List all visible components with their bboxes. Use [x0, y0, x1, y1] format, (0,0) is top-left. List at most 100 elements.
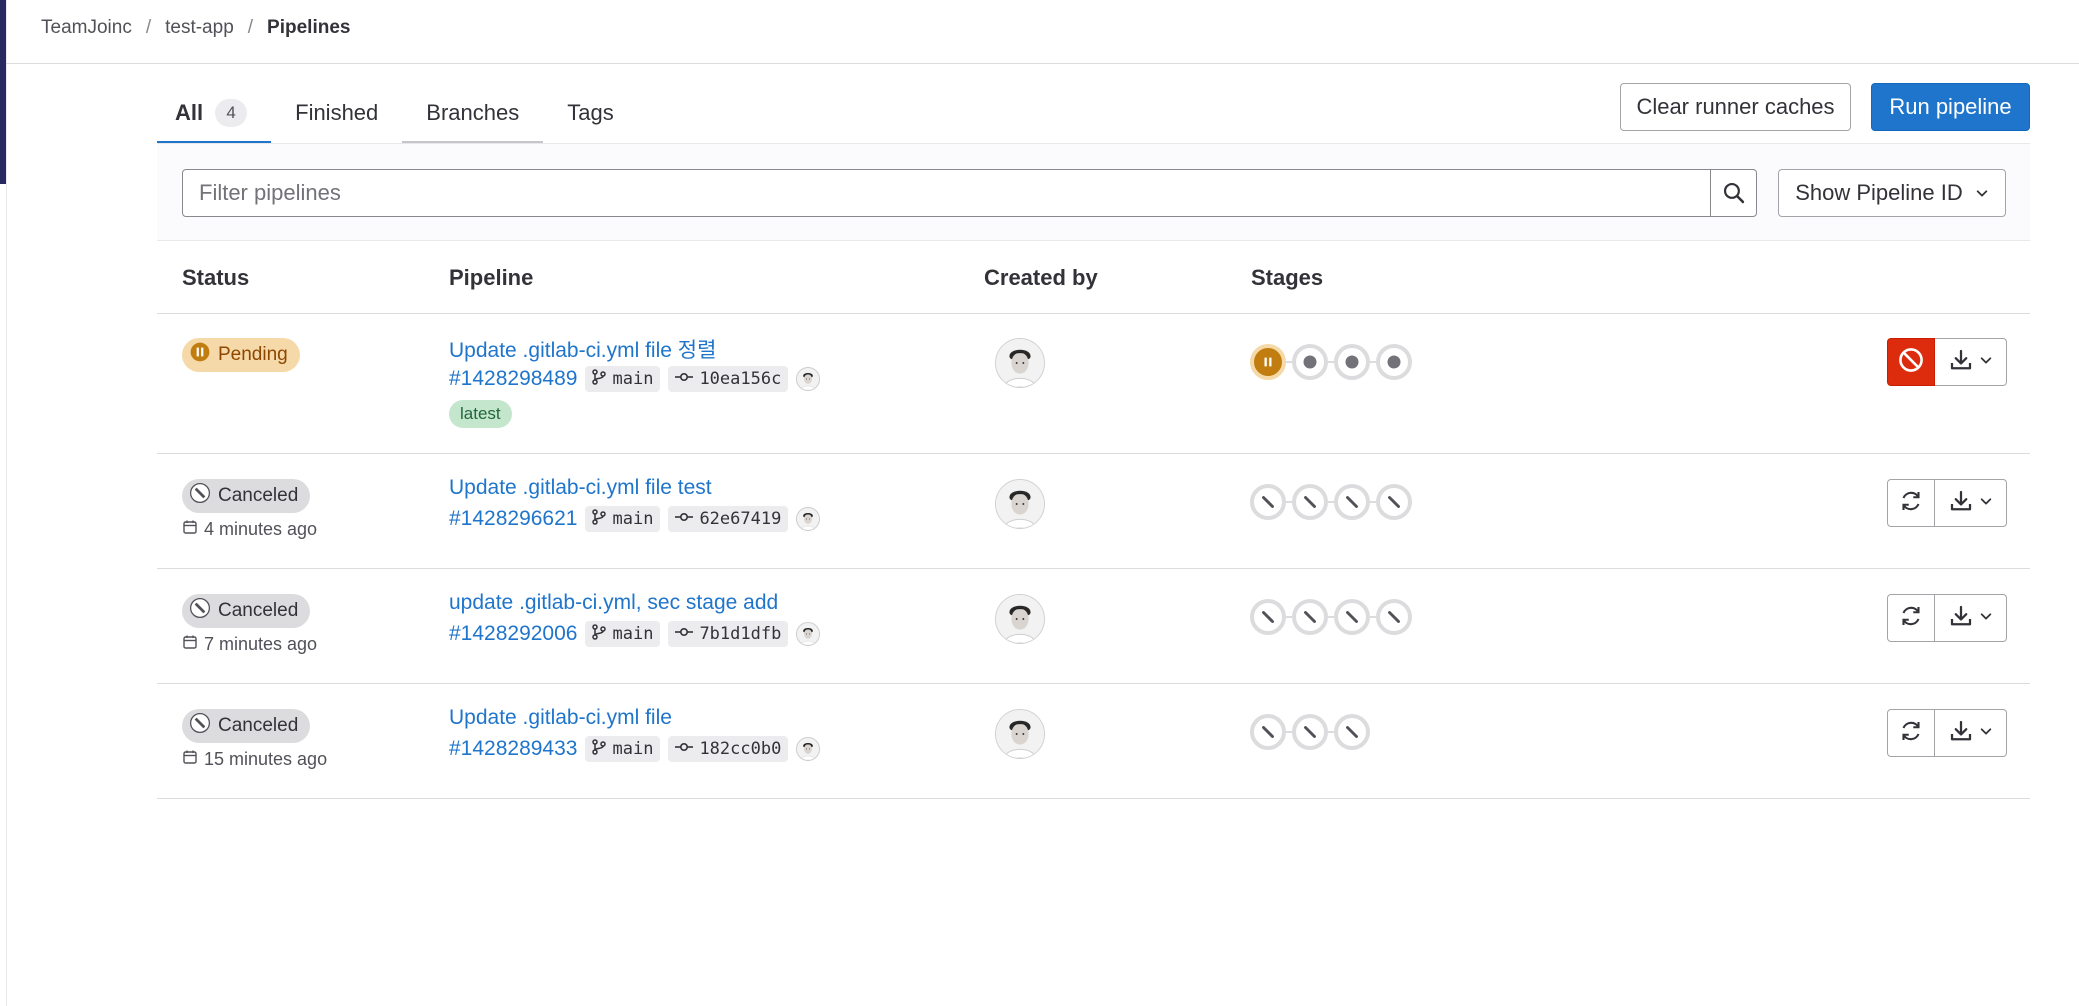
download-artifacts-dropdown[interactable] — [1935, 479, 2007, 527]
stage-canceled-icon[interactable] — [1376, 484, 1412, 520]
stage-created-icon[interactable] — [1334, 344, 1370, 380]
commit-sha: 182cc0b0 — [699, 739, 782, 759]
pipeline-finished-time: 15 minutes ago — [182, 749, 327, 770]
pipeline-actions — [1887, 594, 2007, 642]
status-badge[interactable]: Canceled — [182, 479, 311, 513]
branch-name: main — [612, 369, 654, 389]
pipeline-meta: #1428296621 main 62e67419 — [449, 506, 821, 532]
show-pipeline-id-dropdown[interactable]: Show Pipeline ID — [1778, 169, 2006, 217]
stage-created-icon[interactable] — [1376, 344, 1412, 380]
stage-canceled-icon[interactable] — [1334, 714, 1370, 750]
tab-branches-label: Branches — [426, 99, 520, 125]
stage-canceled-icon[interactable] — [1292, 714, 1328, 750]
breadcrumb-group[interactable]: TeamJoinc — [41, 17, 132, 39]
stage-canceled-icon[interactable] — [1250, 599, 1286, 635]
commit-author-avatar[interactable] — [796, 737, 821, 761]
stage-canceled-icon[interactable] — [1292, 484, 1328, 520]
avatar[interactable] — [995, 479, 1045, 529]
status-pending-icon — [190, 342, 210, 368]
pipeline-id-link[interactable]: #1428292006 — [449, 622, 577, 646]
show-pipeline-id-label: Show Pipeline ID — [1795, 180, 1963, 205]
pipeline-id-link[interactable]: #1428296621 — [449, 507, 577, 531]
stage-canceled-icon[interactable] — [1250, 484, 1286, 520]
pipeline-commit-title[interactable]: Update .gitlab-ci.yml file 정렬 — [449, 334, 716, 364]
commit-sha: 7b1d1dfb — [699, 624, 782, 644]
pipeline-stages — [1250, 599, 1412, 635]
pipeline-id-link[interactable]: #1428289433 — [449, 737, 577, 761]
sidebar-border — [6, 0, 7, 1006]
pipeline-stages — [1250, 714, 1370, 750]
breadcrumb-project[interactable]: test-app — [165, 17, 234, 39]
chevron-down-icon — [1979, 609, 1993, 628]
branch-chip[interactable]: main — [585, 621, 661, 647]
commit-sha: 10ea156c — [699, 369, 782, 389]
cancel-pipeline-button[interactable] — [1887, 338, 1935, 386]
stage-created-icon[interactable] — [1292, 344, 1328, 380]
commit-author-avatar[interactable] — [796, 507, 821, 531]
run-pipeline-button[interactable]: Run pipeline — [1871, 83, 2030, 131]
clear-runner-caches-button[interactable]: Clear runner caches — [1620, 83, 1851, 131]
stage-canceled-icon[interactable] — [1376, 599, 1412, 635]
retry-icon — [1899, 719, 1923, 748]
pipeline-commit-title[interactable]: update .gitlab-ci.yml, sec stage add — [449, 591, 778, 615]
commit-author-avatar[interactable] — [796, 367, 821, 391]
branch-chip[interactable]: main — [585, 736, 661, 762]
chevron-down-icon — [1979, 494, 1993, 513]
filter-pipelines-input[interactable] — [182, 169, 1711, 217]
avatar[interactable] — [995, 594, 1045, 644]
pipeline-row: Canceled 7 minutes ago update .gitlab-ci… — [157, 569, 2030, 684]
stage-canceled-icon[interactable] — [1334, 484, 1370, 520]
chevron-down-icon — [1976, 190, 1988, 197]
tab-all-label: All — [175, 99, 204, 125]
status-badge[interactable]: Canceled — [182, 594, 311, 628]
retry-pipeline-button[interactable] — [1887, 479, 1935, 527]
pipeline-commit-title[interactable]: Update .gitlab-ci.yml file — [449, 706, 672, 730]
pipeline-commit-title[interactable]: Update .gitlab-ci.yml file test — [449, 476, 712, 500]
branch-icon — [592, 623, 607, 645]
pipeline-finished-time: 4 minutes ago — [182, 519, 317, 540]
avatar[interactable] — [995, 709, 1045, 759]
status-badge[interactable]: Canceled — [182, 709, 311, 743]
pipeline-stages — [1250, 484, 1412, 520]
retry-pipeline-button[interactable] — [1887, 594, 1935, 642]
branch-name: main — [612, 624, 654, 644]
commit-chip[interactable]: 10ea156c — [668, 366, 789, 392]
commit-author-avatar[interactable] — [796, 622, 821, 646]
breadcrumb-current[interactable]: Pipelines — [267, 17, 350, 39]
stage-canceled-icon[interactable] — [1292, 599, 1328, 635]
filter-bar: Show Pipeline ID — [157, 143, 2030, 241]
tab-branches[interactable]: Branches — [402, 84, 544, 144]
commit-chip[interactable]: 62e67419 — [668, 506, 789, 532]
status-canceled-icon — [190, 713, 210, 739]
download-artifacts-dropdown[interactable] — [1935, 709, 2007, 757]
tab-all[interactable]: All 4 — [157, 84, 272, 144]
pipeline-meta: #1428289433 main 182cc0b0 — [449, 736, 821, 762]
time-ago-label: 15 minutes ago — [204, 749, 328, 769]
search-icon — [1723, 182, 1744, 204]
branch-icon — [592, 738, 607, 760]
commit-icon — [675, 739, 694, 759]
status-badge[interactable]: Pending — [182, 338, 300, 372]
download-icon — [1949, 489, 1973, 518]
download-icon — [1949, 719, 1973, 748]
download-artifacts-dropdown[interactable] — [1935, 594, 2007, 642]
branch-chip[interactable]: main — [585, 366, 661, 392]
commit-chip[interactable]: 182cc0b0 — [668, 736, 789, 762]
stage-canceled-icon[interactable] — [1334, 599, 1370, 635]
branch-chip[interactable]: main — [585, 506, 661, 532]
commit-chip[interactable]: 7b1d1dfb — [668, 621, 789, 647]
status-label: Canceled — [218, 600, 299, 621]
download-artifacts-dropdown[interactable] — [1935, 338, 2007, 386]
tab-finished[interactable]: Finished — [271, 84, 402, 144]
avatar[interactable] — [995, 338, 1045, 388]
column-pipeline: Pipeline — [449, 265, 534, 290]
pipeline-meta: #1428292006 main 7b1d1dfb — [449, 621, 821, 647]
retry-pipeline-button[interactable] — [1887, 709, 1935, 757]
tab-tags[interactable]: Tags — [543, 84, 637, 144]
search-button[interactable] — [1710, 169, 1757, 217]
column-created-by: Created by — [984, 265, 1098, 290]
status-canceled-icon — [190, 483, 210, 509]
stage-canceled-icon[interactable] — [1250, 714, 1286, 750]
stage-pending-icon[interactable] — [1250, 344, 1286, 380]
pipeline-id-link[interactable]: #1428298489 — [449, 367, 577, 391]
